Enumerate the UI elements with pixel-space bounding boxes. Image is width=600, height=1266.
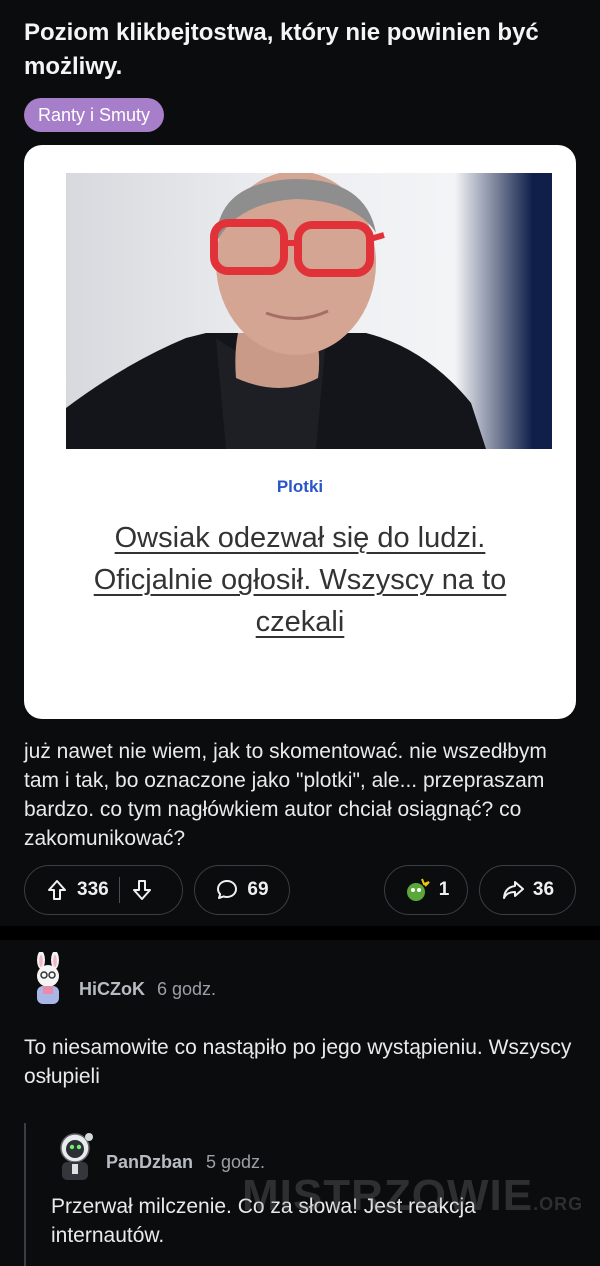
- comment-bubble-icon: [215, 878, 239, 902]
- vote-divider: [118, 877, 120, 903]
- upvote-icon[interactable]: [45, 878, 69, 902]
- article-headline: Owsiak odezwał się do ludzi. Oficjalnie …: [93, 522, 507, 638]
- post-flair[interactable]: Ranty i Smuty: [24, 98, 165, 132]
- watermark-main: MISTRZOWIE: [242, 1171, 534, 1220]
- reply-username[interactable]: PanDzban: [106, 1152, 193, 1173]
- post-actions: 336 69 1 36: [24, 865, 576, 917]
- vote-bar: 336: [24, 865, 183, 915]
- reply-time: 5 godz.: [206, 1152, 266, 1172]
- share-button[interactable]: 36: [479, 865, 576, 915]
- comment-username[interactable]: HiCZoK: [79, 979, 145, 1000]
- section-divider: [0, 926, 600, 940]
- astronaut-avatar-icon[interactable]: [51, 1128, 99, 1180]
- award-icon: [403, 876, 431, 904]
- article-photo: [66, 173, 552, 449]
- post-title[interactable]: Poziom klikbejtostwa, który nie powinien…: [24, 16, 584, 84]
- award-count: 1: [438, 879, 450, 900]
- downvote-icon[interactable]: [130, 878, 154, 902]
- comments-button[interactable]: 69: [194, 865, 290, 915]
- thread-line: [24, 1123, 26, 1266]
- post: Poziom klikbejtostwa, który nie powinien…: [0, 0, 600, 926]
- share-count: 36: [532, 879, 555, 900]
- comment-time: 6 godz.: [157, 979, 217, 999]
- article-category: Plotki: [276, 477, 324, 496]
- upvote-count: 336: [77, 879, 109, 900]
- comment-text: To niesamowite co nastąpiło po jego wyst…: [24, 1036, 572, 1088]
- bunny-ears-avatar-icon[interactable]: [24, 951, 72, 1004]
- award-button[interactable]: 1: [384, 865, 468, 915]
- watermark: MISTRZOWIE.ORG: [242, 1171, 583, 1221]
- share-arrow-icon: [501, 878, 525, 902]
- watermark-suffix: .ORG: [533, 1194, 584, 1214]
- comment-count: 69: [247, 879, 269, 900]
- post-body: już nawet nie wiem, jak to skomentować. …: [24, 740, 547, 850]
- post-image[interactable]: Plotki Owsiak odezwał się do ludzi. Ofic…: [24, 145, 576, 719]
